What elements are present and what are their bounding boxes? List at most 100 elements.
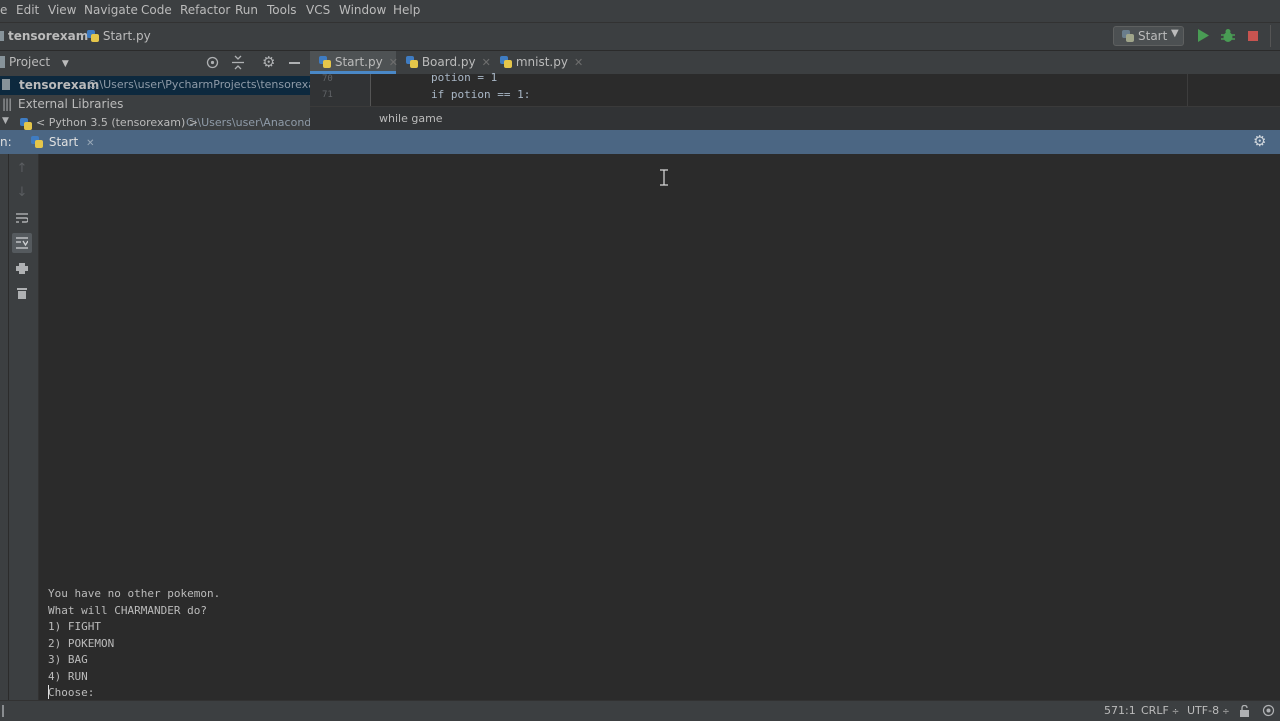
collapse-all-icon[interactable] xyxy=(231,55,245,70)
python-file-icon xyxy=(500,56,512,68)
breadcrumb-file[interactable]: Start.py xyxy=(87,29,151,43)
text-caret xyxy=(48,685,49,699)
tree-sdk-label: < Python 3.5 (tensorexam) > xyxy=(36,116,198,129)
breadcrumb-file-label: Start.py xyxy=(102,29,151,43)
tree-item-python-sdk[interactable]: ▼ < Python 3.5 (tensorexam) > C:\Users\u… xyxy=(0,114,310,130)
menu-view[interactable]: View xyxy=(48,3,76,17)
encoding-select[interactable]: UTF-8 ÷ xyxy=(1187,704,1230,717)
tool-window-toggle-icon[interactable] xyxy=(2,705,4,717)
tab-label: mnist.py xyxy=(515,55,568,69)
console-line: 4) RUN xyxy=(48,670,88,683)
tab-mnist-py[interactable]: mnist.py ✕ xyxy=(492,51,584,74)
tree-item-root[interactable]: tensorexam C:\Users\user\PycharmProjects… xyxy=(0,76,310,95)
menu-file[interactable]: e xyxy=(0,3,7,17)
run-configuration-select[interactable]: Start ▼ xyxy=(1113,26,1184,46)
up-arrow-icon[interactable]: ↑ xyxy=(12,159,32,179)
console-line: 3) BAG xyxy=(48,653,88,666)
run-configuration-label: Start xyxy=(1138,29,1168,43)
console-line: 1) FIGHT xyxy=(48,620,101,633)
breadcrumb-project[interactable]: tensorexam xyxy=(0,29,88,43)
project-view-label: Project xyxy=(9,55,51,69)
project-tree: tensorexam C:\Users\user\PycharmProjects… xyxy=(0,74,310,130)
line-separator-label: CRLF xyxy=(1141,704,1169,717)
project-view-select[interactable]: Project ▼ xyxy=(9,55,69,69)
chevron-down-icon: ▼ xyxy=(1171,28,1179,39)
python-sdk-icon xyxy=(20,118,32,130)
chevron-down-icon: ▼ xyxy=(61,59,69,69)
folder-icon xyxy=(2,79,10,90)
console-line: You have no other pokemon. xyxy=(48,587,221,600)
print-icon[interactable] xyxy=(12,258,32,278)
tree-sdk-path: C:\Users\user\Anaconda xyxy=(186,116,310,129)
right-margin-guide xyxy=(1187,74,1188,106)
code-line[interactable]: if potion == 1: xyxy=(431,88,530,101)
console-input-prompt[interactable]: Choose: xyxy=(48,686,94,699)
run-panel-title: n: xyxy=(0,135,12,149)
library-icon: ||| xyxy=(2,97,12,111)
python-config-icon xyxy=(1122,30,1134,42)
menu-code[interactable]: Code xyxy=(141,3,172,17)
menu-bar: e Edit View Navigate Code Refactor Run T… xyxy=(0,0,1280,23)
caret-position[interactable]: 571:1 xyxy=(1104,704,1136,717)
editor-gutter: 70 71 xyxy=(310,74,371,106)
line-number: 70 xyxy=(322,74,333,84)
tree-external-libraries-label: External Libraries xyxy=(18,97,124,111)
run-panel-header: n: Start ✕ ⚙ xyxy=(0,130,1280,154)
code-line[interactable]: potion = 1 xyxy=(431,71,497,84)
menu-window[interactable]: Window xyxy=(339,3,386,17)
down-arrow-icon[interactable]: ↓ xyxy=(12,183,32,203)
python-file-icon xyxy=(406,56,418,68)
code-breadcrumb[interactable]: while game xyxy=(379,112,443,125)
menu-run[interactable]: Run xyxy=(235,3,258,17)
tab-start-py[interactable]: Start.py ✕ xyxy=(310,51,398,74)
soft-wrap-icon[interactable] xyxy=(12,208,32,228)
stop-icon[interactable] xyxy=(1248,31,1258,41)
menu-vcs[interactable]: VCS xyxy=(306,3,330,17)
python-file-icon xyxy=(87,30,99,42)
line-separator-select[interactable]: CRLF ÷ xyxy=(1141,704,1179,717)
chevron-down-icon: ÷ xyxy=(1171,707,1180,717)
gear-icon[interactable]: ⚙ xyxy=(1253,132,1266,150)
hide-panel-icon[interactable] xyxy=(289,62,300,64)
python-file-icon xyxy=(319,56,331,68)
left-tool-stripe xyxy=(0,154,9,700)
menu-edit[interactable]: Edit xyxy=(16,3,39,17)
console-line: 2) POKEMON xyxy=(48,637,115,650)
trash-icon[interactable] xyxy=(12,283,32,303)
tab-label: Start.py xyxy=(334,55,383,69)
locate-icon[interactable] xyxy=(206,56,219,69)
gear-icon[interactable]: ⚙ xyxy=(262,53,275,71)
line-number: 71 xyxy=(322,90,333,100)
toolbar-separator xyxy=(1270,25,1271,47)
scroll-to-end-icon[interactable] xyxy=(12,233,32,253)
project-panel-header: Project ▼ ⚙ xyxy=(0,51,310,75)
menu-tools[interactable]: Tools xyxy=(267,3,297,17)
close-icon[interactable]: ✕ xyxy=(482,56,491,69)
close-icon[interactable]: ✕ xyxy=(86,138,94,149)
text-cursor-icon xyxy=(660,169,668,186)
console-line: What will CHARMANDER do? xyxy=(48,604,207,617)
debug-icon[interactable] xyxy=(1221,28,1235,43)
breadcrumb-project-label: tensorexam xyxy=(8,29,89,43)
tab-label: Board.py xyxy=(421,55,476,69)
close-icon[interactable]: ✕ xyxy=(389,56,398,69)
project-icon xyxy=(0,56,5,68)
menu-help[interactable]: Help xyxy=(393,3,420,17)
run-tab-start[interactable]: Start ✕ xyxy=(28,130,101,154)
python-run-icon xyxy=(31,136,43,148)
folder-icon xyxy=(0,31,4,41)
lock-icon[interactable] xyxy=(1239,705,1250,717)
chevron-down-icon: ÷ xyxy=(1222,707,1230,717)
run-tab-label: Start xyxy=(48,135,79,149)
menu-navigate[interactable]: Navigate xyxy=(84,3,138,17)
close-icon[interactable]: ✕ xyxy=(574,56,583,69)
tree-item-external-libraries[interactable]: ||| External Libraries xyxy=(0,95,310,114)
navigation-bar: tensorexam Start.py Start ▼ xyxy=(0,23,1280,51)
tree-root-path: C:\Users\user\PycharmProjects\tensorexam xyxy=(88,78,310,91)
chevron-down-icon: ▼ xyxy=(2,116,9,126)
menu-refactor[interactable]: Refactor xyxy=(180,3,230,17)
run-icon[interactable] xyxy=(1197,29,1209,42)
inspector-icon[interactable] xyxy=(1262,704,1275,717)
status-bar: 571:1 CRLF ÷ UTF-8 ÷ xyxy=(0,700,1280,721)
run-console[interactable] xyxy=(39,154,1280,700)
